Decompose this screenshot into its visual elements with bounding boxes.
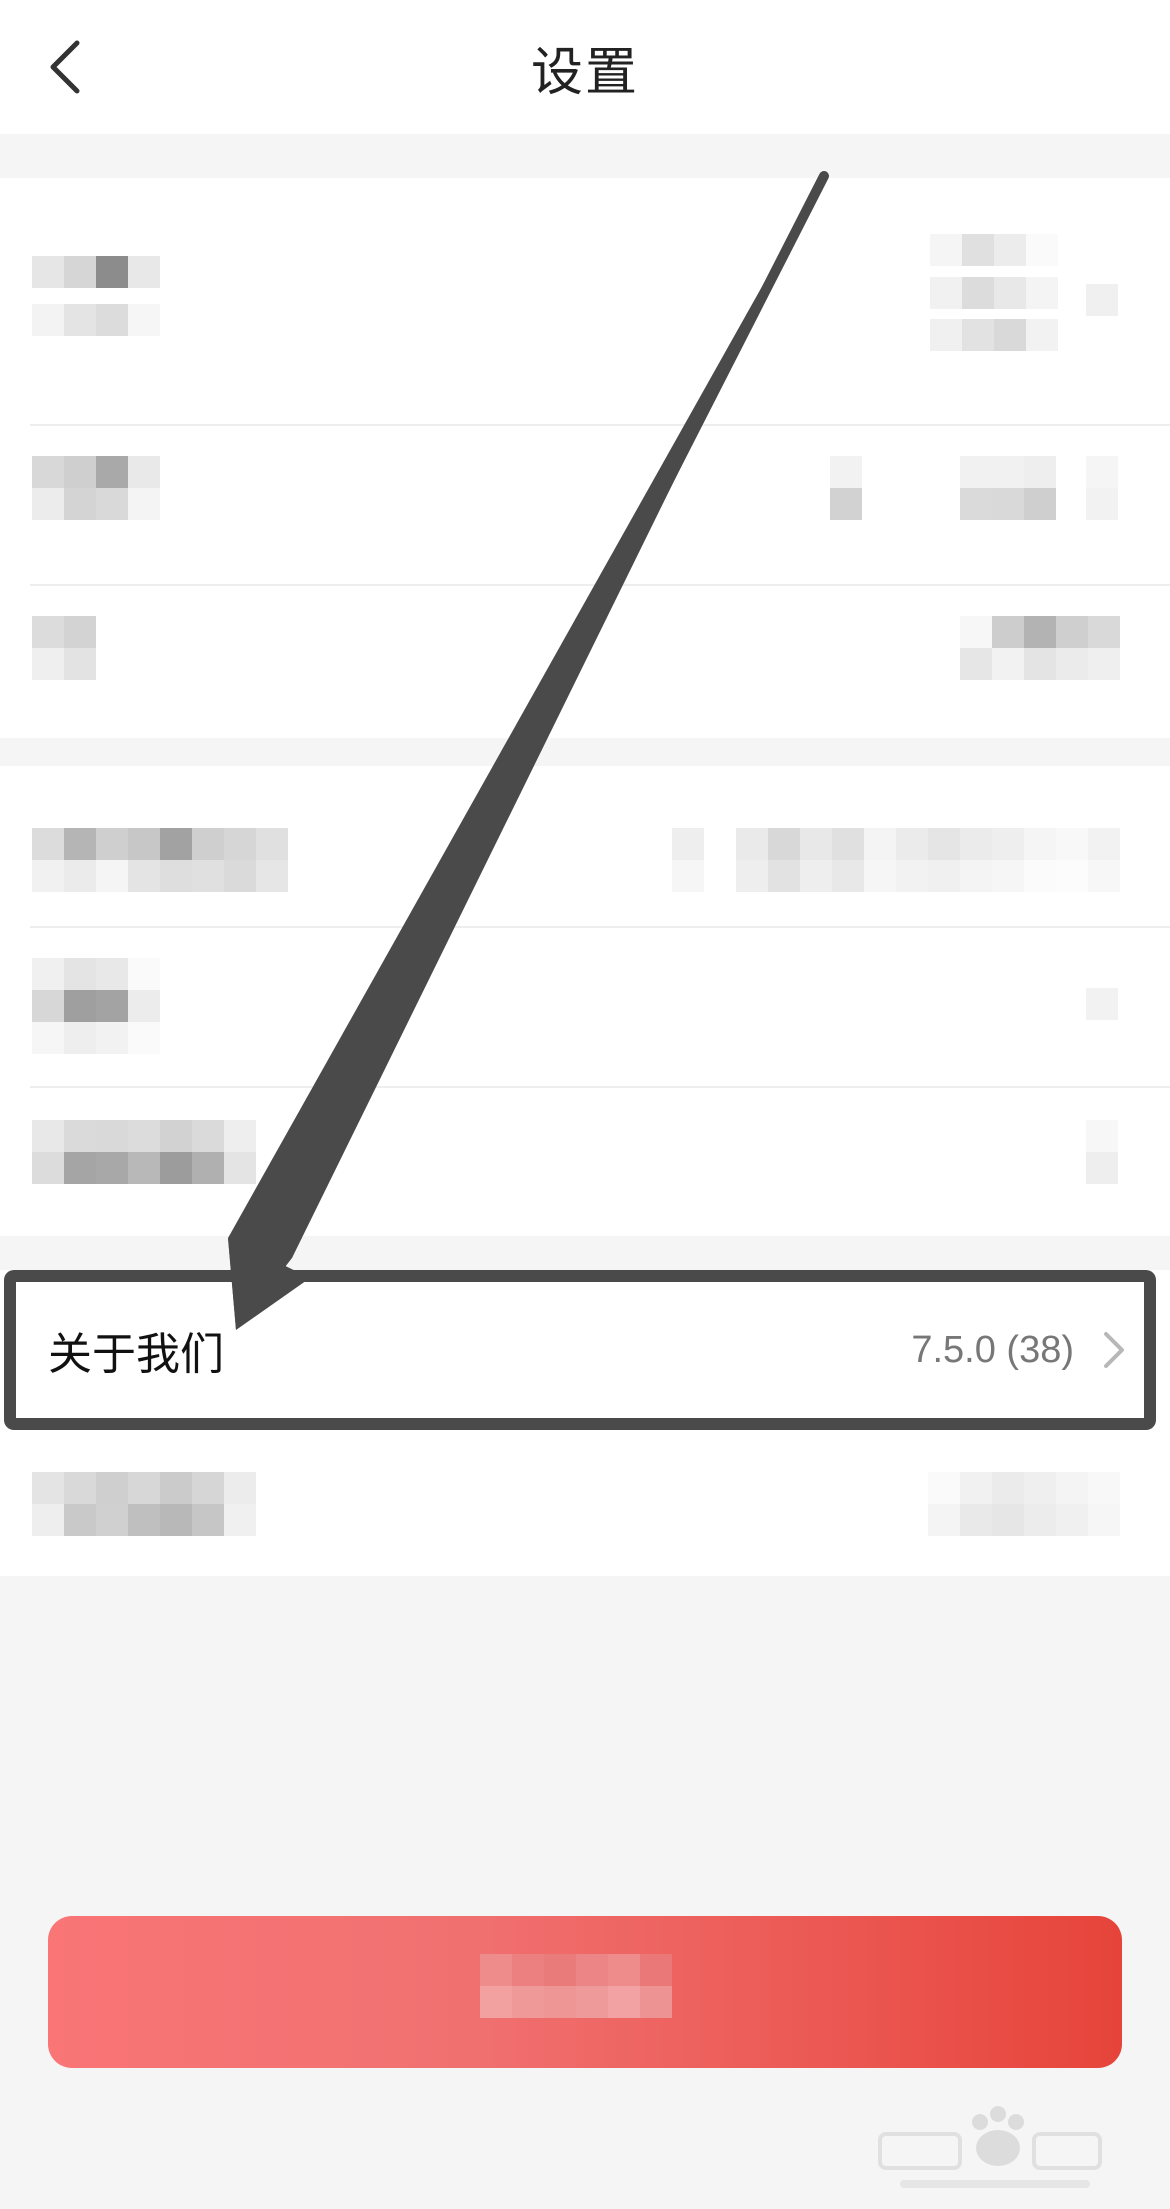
page-title: 设置	[530, 42, 639, 103]
pixelated-label	[32, 958, 160, 1054]
pixelated-chevron	[1086, 284, 1118, 316]
settings-row-blurred[interactable]	[0, 926, 1170, 1086]
settings-group-3	[0, 1430, 1170, 1576]
pixelated-chevron	[1086, 456, 1118, 520]
about-us-row[interactable]: 关于我们 7.5.0 (38)	[0, 1270, 1170, 1430]
pixelated-chevron	[1086, 988, 1118, 1020]
settings-row-blurred[interactable]	[0, 224, 1170, 384]
pixelated-value	[960, 616, 1120, 680]
pixelated-label	[32, 828, 288, 892]
pixelated-value	[928, 1472, 1120, 1536]
app-version: 7.5.0 (38)	[911, 1328, 1074, 1371]
pixelated-value	[930, 234, 1058, 362]
settings-group-2	[0, 766, 1170, 1236]
pixelated-label	[32, 616, 96, 680]
pixelated-label	[32, 256, 160, 352]
pixelated-chevron	[1086, 1120, 1118, 1184]
pixelated-label	[32, 456, 160, 520]
pixelated-value	[960, 456, 1056, 520]
pixelated-label	[32, 1472, 256, 1536]
pixelated-button-label	[480, 1954, 672, 2018]
baidu-jingyan-logo	[878, 2106, 1102, 2188]
settings-row-blurred[interactable]	[0, 584, 1170, 744]
settings-row-blurred[interactable]	[0, 1086, 1170, 1246]
pixelated-label	[32, 1120, 256, 1184]
navigation-bar: 设置	[0, 0, 1170, 134]
settings-row-blurred[interactable]	[0, 766, 1170, 926]
settings-row-blurred[interactable]	[0, 424, 1170, 584]
logout-button[interactable]	[48, 1916, 1122, 2068]
settings-group-1	[0, 178, 1170, 738]
pixelated-value	[830, 456, 862, 520]
settings-row-blurred[interactable]	[0, 1430, 1170, 1576]
about-us-label: 关于我们	[48, 1329, 224, 1380]
pixelated-value	[672, 828, 1120, 892]
chevron-right-icon	[1104, 1332, 1124, 1368]
